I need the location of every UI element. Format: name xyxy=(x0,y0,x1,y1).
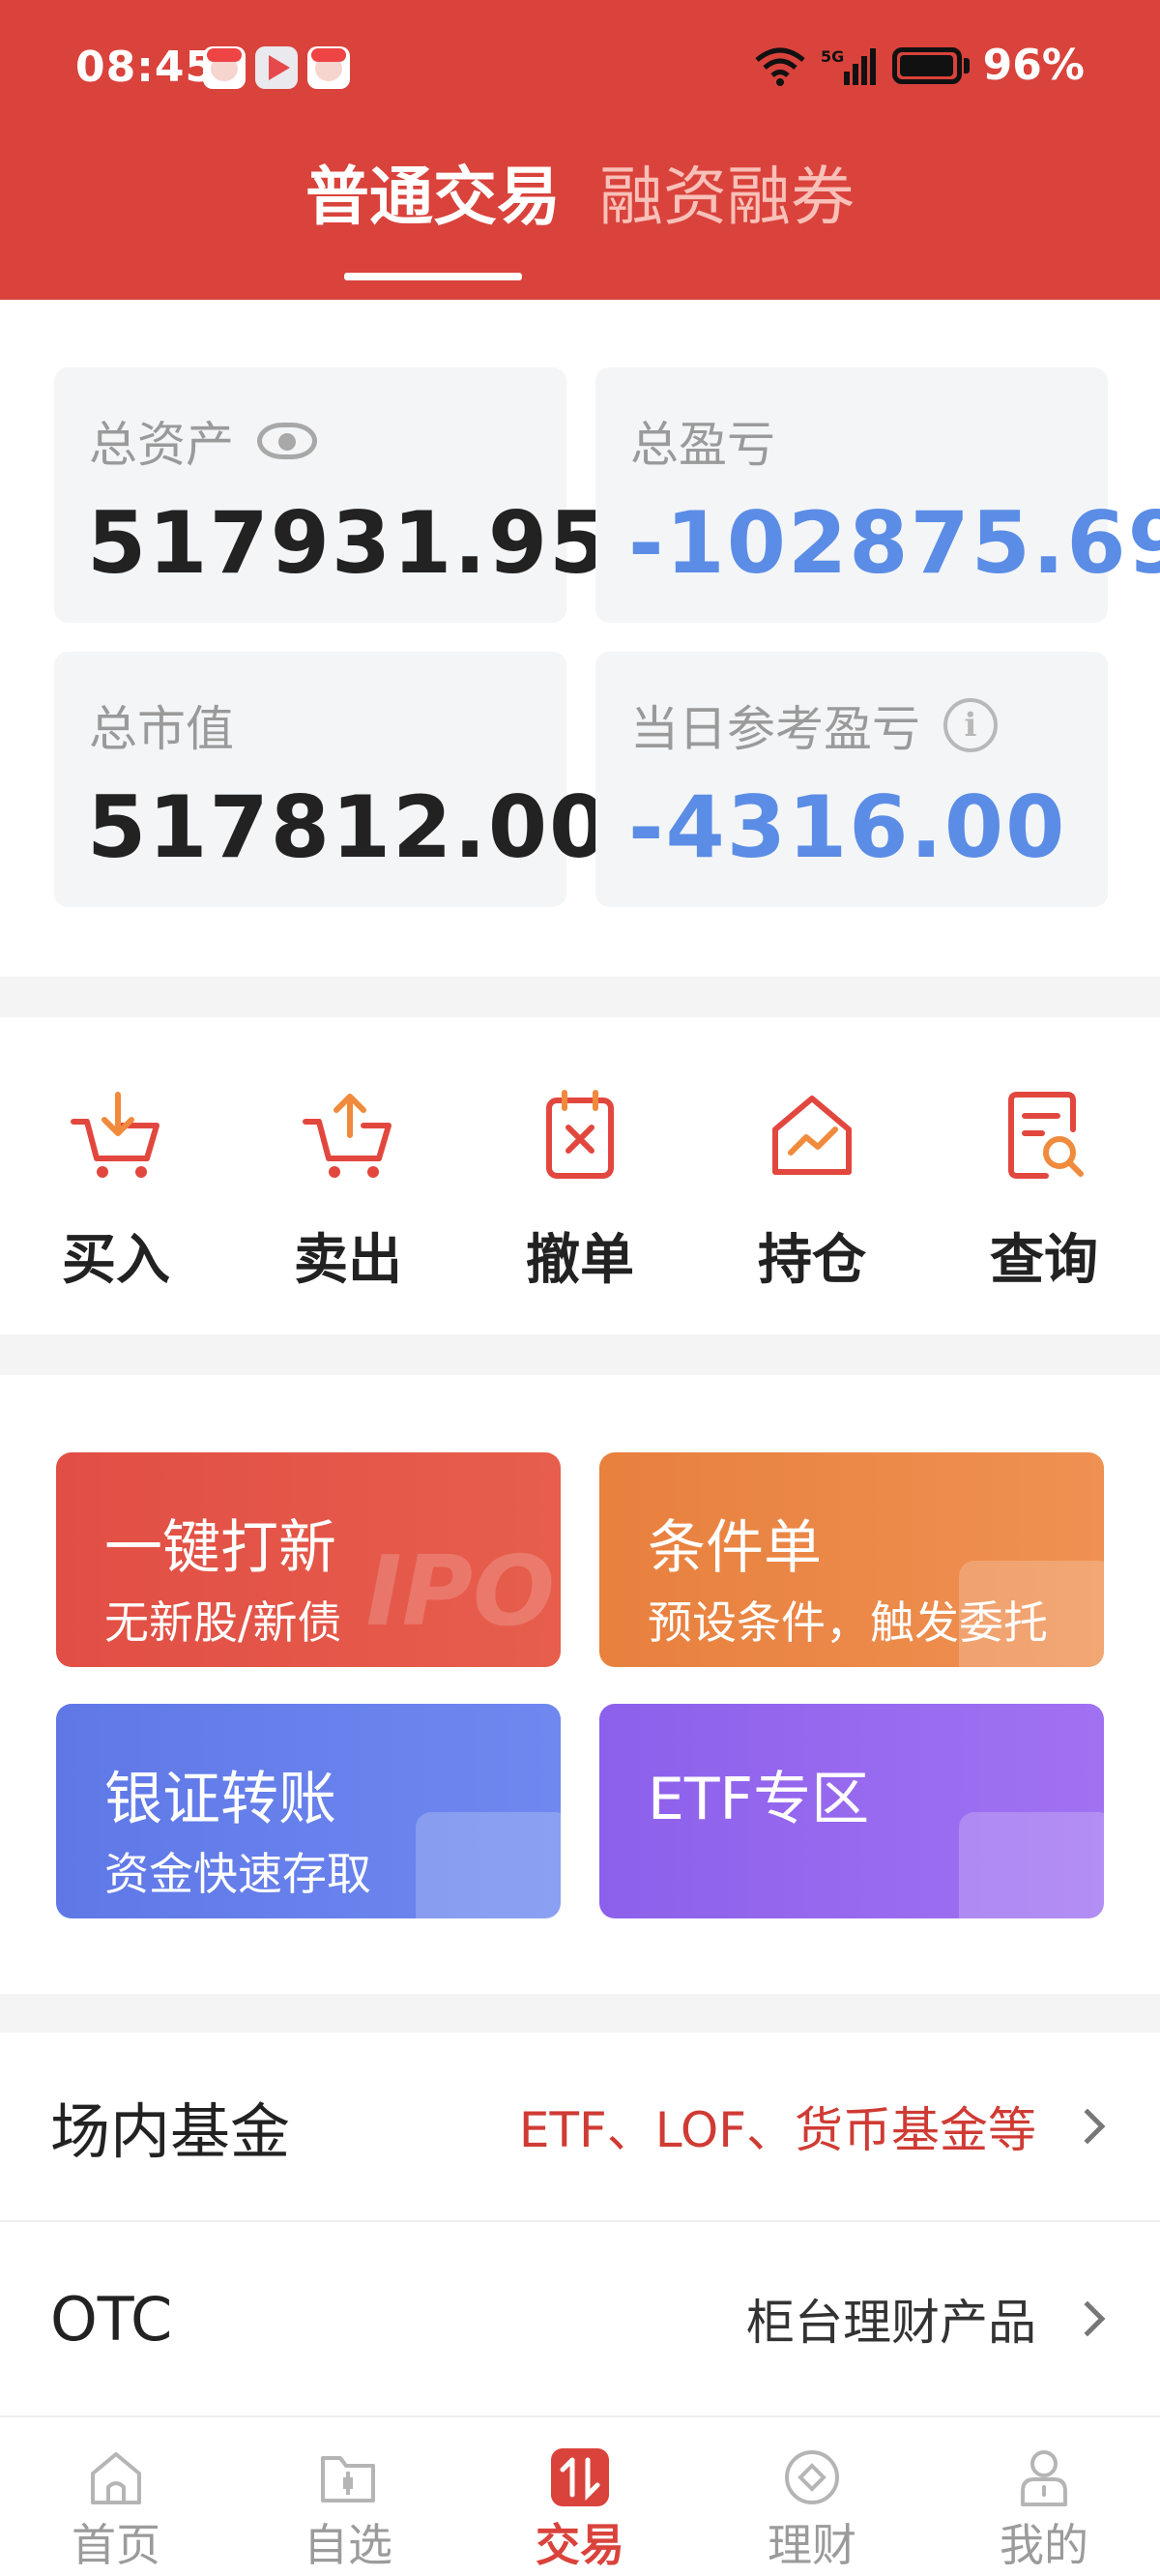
nav-trade-label: 交易 xyxy=(536,2519,624,2571)
conditional-order-title: 条件单 xyxy=(648,1514,822,1582)
list-item-otc[interactable]: OTC 柜台理财产品 xyxy=(0,2224,1160,2414)
nav-wealth-label: 理财 xyxy=(768,2519,856,2571)
tab-normal-trading[interactable]: 普通交易 xyxy=(305,145,561,280)
query-label: 查询 xyxy=(990,1229,1098,1292)
asset-summary: 总资产 517931.95 总盈亏 -102875.69 总市值 517812.… xyxy=(0,300,1160,977)
otc-desc: 柜台理财产品 xyxy=(746,2295,1036,2351)
exchange-funds-desc: ETF、LOF、货币基金等 xyxy=(518,2102,1036,2158)
list-item-exchange-funds[interactable]: 场内基金 ETF、LOF、货币基金等 xyxy=(0,2033,1160,2222)
exchange-funds-title: 场内基金 xyxy=(50,2096,291,2167)
bank-transfer-title: 银证转账 xyxy=(104,1766,336,1833)
conditional-order-tile[interactable]: 条件单 预设条件，触发委托 xyxy=(599,1452,1104,1667)
buy-button[interactable]: 买入 xyxy=(0,1017,232,1334)
nav-wealth[interactable]: 理财 xyxy=(696,2417,928,2576)
buy-label: 买入 xyxy=(62,1229,170,1292)
nav-watchlist-label: 自选 xyxy=(304,2519,392,2571)
total-pnl-value: -102875.69 xyxy=(628,493,1160,593)
cart-in-icon xyxy=(71,1092,160,1178)
conditional-order-subtitle: 预设条件，触发委托 xyxy=(648,1596,1048,1649)
trade-icon xyxy=(551,2448,609,2506)
holdings-button[interactable]: 持仓 xyxy=(696,1017,928,1334)
daily-pnl-value: -4316.00 xyxy=(628,777,1067,877)
query-button[interactable]: 查询 xyxy=(928,1017,1160,1334)
ipo-subtitle: 无新股/新债 xyxy=(104,1596,342,1649)
cart-out-icon xyxy=(303,1094,392,1178)
info-icon[interactable]: i xyxy=(943,698,998,752)
trade-mode-tabs: 普通交易 融资融券 xyxy=(0,145,1160,280)
total-assets-card[interactable]: 总资产 517931.95 xyxy=(54,367,608,623)
sell-button[interactable]: 卖出 xyxy=(232,1017,464,1334)
wifi-icon xyxy=(755,47,805,86)
profile-icon xyxy=(1021,2450,1067,2506)
market-value-label: 总市值 xyxy=(89,701,234,757)
query-icon xyxy=(1008,1092,1084,1179)
chevron-right-icon xyxy=(1069,2300,1106,2337)
cancel-order-label: 撤单 xyxy=(526,1229,634,1292)
feature-tiles: IPO 一键打新 无新股/新债 条件单 预设条件，触发委托 银证转账 资金快速存… xyxy=(0,1375,1160,1994)
holdings-icon xyxy=(772,1096,852,1175)
header: 08:45 5G 96% 普通交易 融资融券 xyxy=(0,0,1160,300)
product-list: 场内基金 ETF、LOF、货币基金等 OTC 柜台理财产品 xyxy=(0,2033,1160,2415)
daily-pnl-card[interactable]: 当日参考盈亏 i -4316.00 xyxy=(595,652,1108,907)
wealth-icon xyxy=(785,2450,839,2504)
holdings-label: 持仓 xyxy=(758,1229,866,1292)
market-value-value: 517812.00 xyxy=(87,777,611,877)
nav-profile[interactable]: 我的 xyxy=(928,2417,1160,2576)
nav-watchlist[interactable]: 自选 xyxy=(232,2417,464,2576)
nav-trade[interactable]: 交易 xyxy=(464,2417,696,2576)
battery-percent: 96% xyxy=(982,41,1085,90)
app-notification-icon xyxy=(307,46,350,89)
transfer-deco-icon xyxy=(416,1812,561,1918)
home-icon xyxy=(91,2452,141,2504)
nav-home[interactable]: 首页 xyxy=(0,2417,232,2576)
tab-margin-trading[interactable]: 融资融券 xyxy=(599,145,855,280)
status-indicators: 5G 96% xyxy=(753,41,1085,90)
ipo-title: 一键打新 xyxy=(104,1514,336,1582)
etf-zone-title: ETF专区 xyxy=(648,1766,870,1833)
ipo-watermark: IPO xyxy=(365,1535,555,1648)
otc-title: OTC xyxy=(50,2283,173,2355)
trade-actions: 买入 卖出 撤单 持仓 查询 xyxy=(0,1017,1160,1334)
video-app-icon xyxy=(255,46,298,89)
notification-icons xyxy=(203,46,350,89)
battery-icon xyxy=(891,46,962,84)
etf-zone-tile[interactable]: ETF专区 xyxy=(599,1704,1104,1918)
market-value-card[interactable]: 总市值 517812.00 xyxy=(54,652,608,907)
svg-text:5G: 5G xyxy=(821,47,844,66)
ipo-subscribe-tile[interactable]: IPO 一键打新 无新股/新债 xyxy=(56,1452,561,1667)
chevron-right-icon xyxy=(1069,2108,1106,2145)
bank-transfer-tile[interactable]: 银证转账 资金快速存取 xyxy=(56,1704,561,1918)
signal-icon: 5G xyxy=(821,47,876,85)
etf-deco-icon xyxy=(959,1812,1104,1918)
sell-label: 卖出 xyxy=(294,1229,402,1292)
daily-pnl-label: 当日参考盈亏 xyxy=(630,701,920,757)
total-pnl-card[interactable]: 总盈亏 -102875.69 xyxy=(595,367,1160,623)
bank-transfer-subtitle: 资金快速存取 xyxy=(104,1848,371,1900)
total-pnl-label: 总盈亏 xyxy=(630,417,775,473)
cancel-order-icon xyxy=(546,1090,614,1179)
nav-profile-label: 我的 xyxy=(1000,2519,1088,2571)
status-bar: 08:45 5G 96% xyxy=(0,0,1160,145)
status-time: 08:45 xyxy=(75,43,217,92)
bottom-nav: 首页 自选 交易 理财 我的 xyxy=(0,2415,1160,2576)
total-assets-value: 517931.95 xyxy=(87,493,611,593)
cancel-order-button[interactable]: 撤单 xyxy=(464,1017,696,1334)
total-assets-label: 总资产 xyxy=(89,417,234,473)
watchlist-icon xyxy=(321,2456,375,2503)
battery-tip xyxy=(963,57,970,73)
nav-home-label: 首页 xyxy=(72,2519,160,2571)
eye-icon[interactable] xyxy=(257,423,317,459)
app-notification-icon xyxy=(203,46,246,89)
